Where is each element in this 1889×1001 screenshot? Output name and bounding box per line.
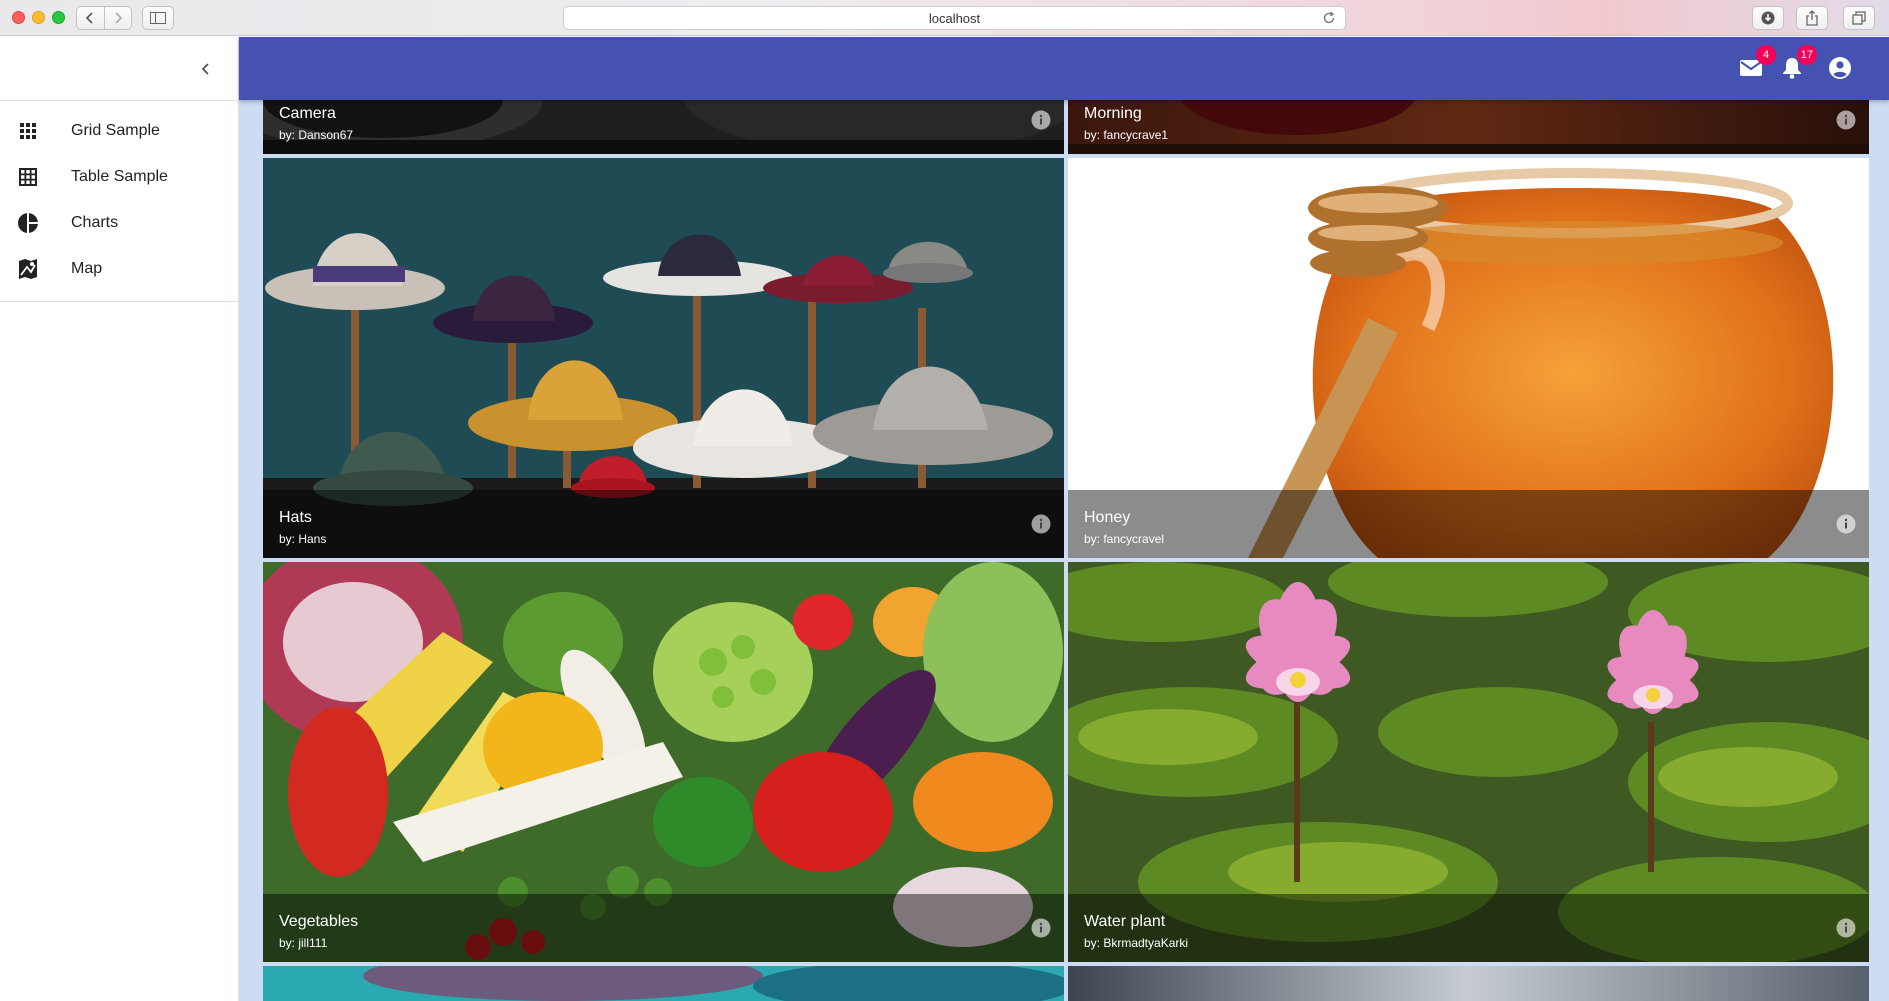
sidebar-item-label: Grid Sample xyxy=(71,122,160,139)
info-icon[interactable] xyxy=(1031,514,1051,534)
grid-on-icon xyxy=(19,168,37,186)
forward-button[interactable] xyxy=(103,7,132,29)
partial-image xyxy=(1068,966,1869,1001)
history-nav xyxy=(76,6,132,30)
download-icon xyxy=(1761,11,1775,25)
navigation-drawer: Grid Sample Table Sample Charts Map xyxy=(0,37,239,1001)
tabs-icon xyxy=(1852,11,1866,25)
sidebar-icon xyxy=(150,12,166,24)
address-bar[interactable]: localhost xyxy=(563,6,1346,30)
grid-tile-hats[interactable]: Hats by: Hans xyxy=(263,158,1064,558)
tile-title: Vegetables xyxy=(279,913,359,930)
share-button[interactable] xyxy=(1796,6,1828,30)
partial-image xyxy=(263,966,1064,1001)
grid-tile-honey[interactable]: Honey by: fancycravel xyxy=(1068,158,1869,558)
reload-icon[interactable] xyxy=(1321,10,1337,26)
grid-tile-camera[interactable]: Camera by: Danson67 xyxy=(263,100,1064,154)
account-circle-icon xyxy=(1829,57,1851,79)
tile-title-bar: Hats by: Hans xyxy=(263,490,1064,558)
tile-title-bar: Morning by: fancycrave1 xyxy=(1068,100,1869,154)
info-icon[interactable] xyxy=(1836,110,1856,130)
tile-author: by: jill111 xyxy=(279,936,328,950)
app-bar: 4 17 xyxy=(239,37,1889,100)
map-icon xyxy=(19,259,37,279)
apps-icon xyxy=(20,123,36,139)
close-window-button[interactable] xyxy=(12,11,25,24)
tile-title: Honey xyxy=(1084,509,1131,526)
grid-tile-partial[interactable] xyxy=(263,966,1064,1001)
sidebar-item-grid-sample[interactable]: Grid Sample xyxy=(0,108,238,154)
tile-author: by: Hans xyxy=(279,532,327,546)
mail-button[interactable]: 4 xyxy=(1738,45,1776,81)
sidebar-item-charts[interactable]: Charts xyxy=(0,200,238,246)
info-icon[interactable] xyxy=(1031,110,1051,130)
chevron-left-icon xyxy=(201,63,209,75)
grid-tile-water-plant[interactable]: Water plant by: BkrmadtyaKarki xyxy=(1068,562,1869,962)
collapse-drawer-button[interactable] xyxy=(194,57,218,81)
tile-author: by: Danson67 xyxy=(279,128,354,142)
sidebar-item-label: Map xyxy=(71,260,103,277)
tile-title-bar: Vegetables by: jill111 xyxy=(263,894,1064,962)
tile-title: Water plant xyxy=(1084,913,1166,930)
tile-title: Hats xyxy=(279,509,312,526)
grid-tile-morning[interactable]: Morning by: fancycrave1 xyxy=(1068,100,1869,154)
tabs-overview-button[interactable] xyxy=(1843,6,1875,30)
tile-title: Camera xyxy=(279,105,336,122)
drawer-divider xyxy=(0,301,239,302)
image-grid: Camera by: Danson67 Morning by: fancycra… xyxy=(239,100,1889,1001)
info-icon[interactable] xyxy=(1836,514,1856,534)
tile-title-bar: Water plant by: BkrmadtyaKarki xyxy=(1068,894,1869,962)
notifications-badge: 17 xyxy=(1796,45,1817,65)
browser-toolbar: localhost xyxy=(0,0,1889,36)
sidebar-item-map[interactable]: Map xyxy=(0,246,238,292)
url-text: localhost xyxy=(928,10,981,26)
notifications-button[interactable]: 17 xyxy=(1779,45,1817,81)
tile-author: by: fancycrave1 xyxy=(1084,128,1169,142)
tile-title: Morning xyxy=(1084,105,1142,122)
account-button[interactable] xyxy=(1827,55,1853,81)
tile-title-bar: Honey by: fancycravel xyxy=(1068,490,1869,558)
sidebar-item-label: Table Sample xyxy=(71,168,168,185)
share-icon xyxy=(1806,10,1818,26)
sidebar-item-table-sample[interactable]: Table Sample xyxy=(0,154,238,200)
minimize-window-button[interactable] xyxy=(32,11,45,24)
tile-author: by: fancycravel xyxy=(1084,532,1165,546)
sidebar-item-label: Charts xyxy=(71,214,119,231)
zoom-window-button[interactable] xyxy=(52,11,65,24)
downloads-button[interactable] xyxy=(1752,6,1784,30)
info-icon[interactable] xyxy=(1031,918,1051,938)
back-button[interactable] xyxy=(77,7,104,29)
grid-tile-partial[interactable] xyxy=(1068,966,1869,1001)
pie-chart-icon xyxy=(17,213,38,233)
show-sidebar-button[interactable] xyxy=(142,6,174,30)
drawer-divider xyxy=(0,100,239,101)
tile-title-bar: Camera by: Danson67 xyxy=(263,100,1064,154)
mail-badge: 4 xyxy=(1756,45,1776,65)
info-icon[interactable] xyxy=(1836,918,1856,938)
grid-tile-vegetables[interactable]: Vegetables by: jill111 xyxy=(263,562,1064,962)
tile-author: by: BkrmadtyaKarki xyxy=(1084,936,1189,950)
